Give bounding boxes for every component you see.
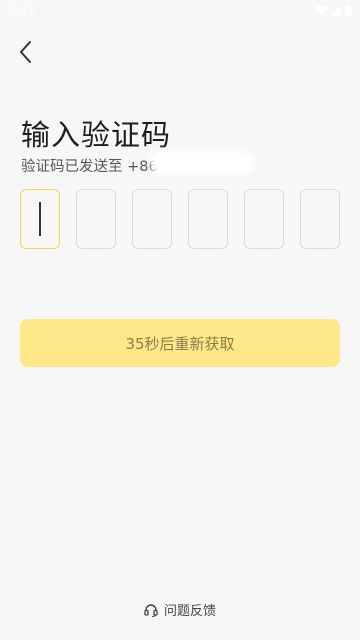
text-cursor [39,202,41,236]
wifi-icon [315,5,327,15]
resend-code-button[interactable]: 35秒后重新获取 [20,319,340,367]
status-bar: 2:43 [0,0,360,24]
code-digit-box[interactable] [188,189,228,249]
page-title: 输入验证码 [21,118,172,152]
resend-code-label: 35秒后重新获取 [125,334,235,353]
feedback-link[interactable]: 问题反馈 [0,600,360,619]
code-digit-box[interactable] [132,189,172,249]
code-digit-box[interactable] [76,189,116,249]
code-digit-box[interactable] [300,189,340,249]
feedback-label: 问题反馈 [163,604,216,619]
sent-to-message: 验证码已发送至 +86 [21,155,158,176]
code-digit-box[interactable] [20,189,60,249]
status-time: 2:43 [10,3,35,16]
chevron-left-icon [20,41,31,63]
status-icons [315,5,352,16]
signal-icon [331,5,341,16]
phone-redaction [150,151,254,175]
battery-icon [345,5,352,16]
back-button[interactable] [12,38,40,66]
headset-icon [144,603,158,617]
code-digit-box[interactable] [244,189,284,249]
verification-code-input[interactable] [20,189,340,249]
sent-to-label: 验证码已发送至 [21,159,128,175]
